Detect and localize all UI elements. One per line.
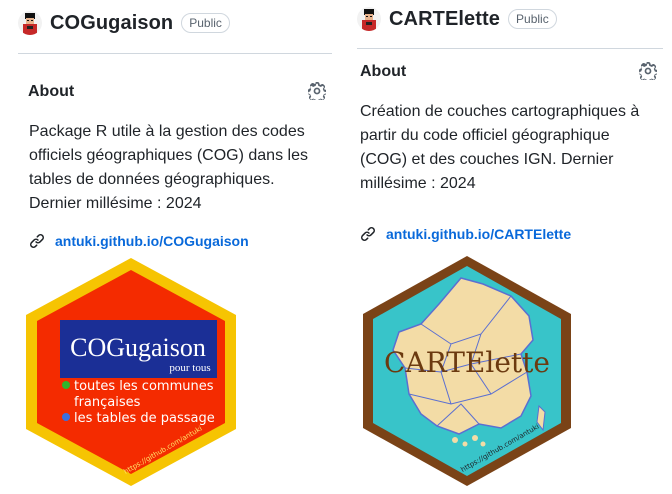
repo-description: Création de couches cartographiques à pa… bbox=[360, 103, 640, 192]
divider bbox=[357, 48, 663, 49]
link-icon bbox=[29, 233, 45, 249]
bullet-blue bbox=[62, 413, 70, 421]
link-icon bbox=[360, 226, 376, 242]
homepage-url[interactable]: antuki.github.io/COGugaison bbox=[55, 233, 249, 249]
avatar-icon[interactable] bbox=[18, 11, 42, 35]
logo-bullet-2: françaises bbox=[74, 395, 141, 410]
homepage-url[interactable]: antuki.github.io/CARTElette bbox=[386, 226, 571, 242]
cogugaison-hex-logo: COGugaison pour tous toutes les communes… bbox=[26, 258, 236, 486]
logo-bullet-3: les tables de passage bbox=[74, 411, 215, 426]
repo-description: Package R utile à la gestion des codes o… bbox=[29, 123, 308, 212]
avatar-icon[interactable] bbox=[357, 7, 381, 31]
visibility-badge: Public bbox=[508, 9, 557, 29]
logo-title: COGugaison bbox=[70, 333, 206, 362]
repo-name[interactable]: COGugaison bbox=[50, 12, 173, 35]
bullet-green bbox=[62, 381, 70, 389]
homepage-link[interactable]: antuki.github.io/CARTElette bbox=[360, 226, 571, 242]
repo-card-cartelette: CARTElette Public About Création de couc… bbox=[357, 0, 663, 494]
gear-icon[interactable] bbox=[308, 82, 326, 100]
about-heading: About bbox=[28, 83, 75, 100]
repo-card-cogugaison: COGugaison Public About Package R utile … bbox=[18, 0, 332, 494]
divider bbox=[18, 53, 332, 54]
repo-header: CARTElette Public bbox=[357, 4, 557, 34]
logo-bullet-1: toutes les communes bbox=[74, 379, 214, 394]
logo-subtitle: pour tous bbox=[169, 362, 210, 374]
homepage-link[interactable]: antuki.github.io/COGugaison bbox=[29, 233, 249, 249]
repo-name[interactable]: CARTElette bbox=[389, 8, 500, 31]
gear-icon[interactable] bbox=[639, 62, 657, 80]
about-heading: About bbox=[360, 63, 407, 80]
logo-title: CARTElette bbox=[384, 346, 550, 379]
repo-header: COGugaison Public bbox=[18, 8, 230, 38]
visibility-badge: Public bbox=[181, 13, 230, 33]
cartelette-hex-logo: CARTElette https://github.com/antuki bbox=[363, 256, 571, 486]
